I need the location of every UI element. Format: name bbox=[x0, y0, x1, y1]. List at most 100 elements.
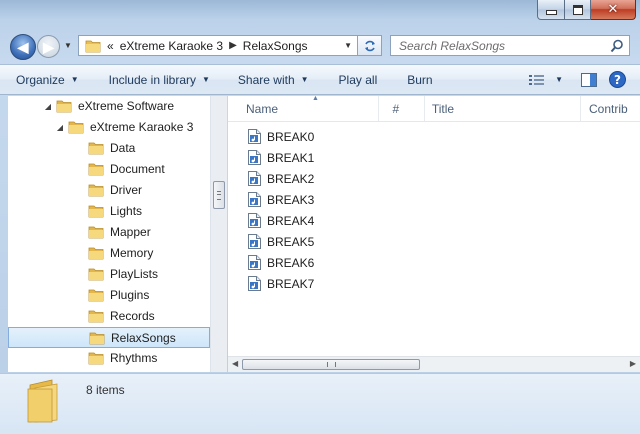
minimize-button[interactable] bbox=[537, 0, 565, 20]
close-icon: ✕ bbox=[607, 2, 619, 17]
nav-item-records[interactable]: Records bbox=[8, 306, 210, 327]
folder-icon bbox=[88, 246, 104, 263]
details-pane: 8 items bbox=[0, 373, 640, 434]
back-button[interactable]: ◀ bbox=[10, 34, 36, 60]
maximize-button[interactable] bbox=[565, 0, 591, 20]
window-caption-buttons: ✕ bbox=[537, 0, 636, 20]
navigation-pane: ◢ eXtreme Software ◢ eXtreme Karaoke 3 Data D… bbox=[8, 96, 210, 372]
burn-button[interactable]: Burn bbox=[387, 65, 442, 94]
nav-item-label: Data bbox=[110, 141, 136, 155]
search-input[interactable] bbox=[397, 37, 601, 54]
nav-item-document[interactable]: Document bbox=[8, 159, 210, 180]
nav-item-driver[interactable]: Driver bbox=[8, 180, 210, 201]
file-item[interactable]: BREAK5 bbox=[248, 231, 314, 252]
refresh-icon bbox=[364, 40, 375, 51]
folder-icon bbox=[68, 120, 84, 137]
scrollbar-thumb[interactable] bbox=[213, 181, 225, 209]
svg-text:?: ? bbox=[614, 73, 621, 87]
file-name: BREAK0 bbox=[267, 129, 315, 144]
expand-collapse-icon[interactable]: ◢ bbox=[56, 123, 64, 132]
column-name-label: Name bbox=[246, 101, 279, 116]
back-arrow-icon: ◀ bbox=[17, 39, 29, 55]
breadcrumb: « eXtreme Karaoke 3 ▶ RelaxSongs bbox=[107, 39, 308, 53]
file-item[interactable]: BREAK0 bbox=[248, 126, 314, 147]
share-with-menu[interactable]: Share with ▼ bbox=[220, 65, 319, 94]
organize-label: Organize bbox=[16, 72, 65, 87]
close-button[interactable]: ✕ bbox=[591, 0, 636, 20]
horizontal-scrollbar[interactable]: ◀ ▶ bbox=[228, 356, 640, 372]
nav-item-label: Lights bbox=[110, 204, 143, 218]
breadcrumb-separator-icon[interactable]: ▶ bbox=[229, 40, 237, 51]
organize-menu[interactable]: Organize ▼ bbox=[0, 65, 89, 94]
nav-item-lights[interactable]: Lights bbox=[8, 201, 210, 222]
folder-icon bbox=[88, 288, 104, 305]
column-headers: ▲ Name # Title Contrib bbox=[228, 96, 640, 122]
file-item[interactable]: BREAK4 bbox=[248, 210, 314, 231]
file-name: BREAK4 bbox=[267, 213, 315, 228]
navigation-scrollbar[interactable] bbox=[210, 96, 227, 372]
column-number-label: # bbox=[392, 101, 400, 116]
view-dropdown[interactable]: ▼ bbox=[549, 65, 577, 94]
search-box[interactable] bbox=[390, 35, 630, 56]
folder-icon bbox=[88, 225, 104, 242]
audio-file-icon bbox=[248, 129, 261, 144]
file-item[interactable]: BREAK2 bbox=[248, 168, 314, 189]
change-view-button[interactable] bbox=[529, 65, 549, 94]
nav-item-label: Records bbox=[110, 309, 155, 323]
audio-file-icon bbox=[248, 150, 261, 165]
refresh-button[interactable] bbox=[358, 35, 382, 56]
nav-item-playlists[interactable]: PlayLists bbox=[8, 264, 210, 285]
column-header-contributing[interactable]: Contrib bbox=[581, 96, 640, 121]
file-item[interactable]: BREAK7 bbox=[248, 273, 314, 294]
file-item[interactable]: BREAK1 bbox=[248, 147, 314, 168]
forward-button[interactable]: ▶ bbox=[37, 35, 60, 58]
nav-item-extreme-software[interactable]: ◢ eXtreme Software bbox=[8, 96, 210, 117]
audio-file-icon bbox=[248, 234, 261, 249]
address-bar[interactable]: « eXtreme Karaoke 3 ▶ RelaxSongs ▼ bbox=[78, 35, 358, 56]
folder-icon bbox=[88, 183, 104, 200]
breadcrumb-item-relaxsongs[interactable]: RelaxSongs bbox=[243, 39, 308, 53]
breadcrumb-item-extreme-karaoke[interactable]: eXtreme Karaoke 3 bbox=[120, 39, 223, 53]
nav-item-relaxsongs[interactable]: RelaxSongs bbox=[8, 327, 210, 348]
chevron-down-icon: ▼ bbox=[555, 75, 563, 84]
nav-item-memory[interactable]: Memory bbox=[8, 243, 210, 264]
audio-file-icon bbox=[248, 255, 261, 270]
search-icon[interactable] bbox=[610, 39, 624, 53]
file-name: BREAK3 bbox=[267, 192, 315, 207]
address-dropdown-icon[interactable]: ▼ bbox=[344, 41, 352, 50]
scroll-left-icon[interactable]: ◀ bbox=[232, 359, 238, 368]
folder-icon bbox=[89, 331, 105, 348]
explorer-window: ✕ ◀ ▶ ▼ « eXtreme Karaoke 3 ▶ RelaxSongs… bbox=[0, 0, 640, 434]
audio-file-icon bbox=[248, 171, 261, 186]
preview-pane-button[interactable] bbox=[577, 65, 609, 94]
maximize-icon bbox=[572, 4, 583, 15]
column-header-title[interactable]: Title bbox=[425, 96, 581, 121]
file-item[interactable]: BREAK3 bbox=[248, 189, 314, 210]
include-in-library-menu[interactable]: Include in library ▼ bbox=[89, 65, 220, 94]
expand-collapse-icon[interactable]: ◢ bbox=[44, 102, 52, 111]
forward-arrow-icon: ▶ bbox=[43, 38, 54, 55]
breadcrumb-overflow[interactable]: « bbox=[107, 39, 114, 53]
nav-item-label: Mapper bbox=[110, 225, 151, 239]
scroll-right-icon[interactable]: ▶ bbox=[630, 359, 636, 368]
nav-item-label: PlayLists bbox=[110, 267, 159, 281]
nav-item-rhythms[interactable]: Rhythms bbox=[8, 348, 210, 369]
file-name: BREAK6 bbox=[267, 255, 315, 270]
nav-item-extreme-karaoke-3[interactable]: ◢ eXtreme Karaoke 3 bbox=[8, 117, 210, 138]
nav-item-mapper[interactable]: Mapper bbox=[8, 222, 210, 243]
recent-pages-dropdown[interactable]: ▼ bbox=[64, 41, 72, 50]
audio-file-icon bbox=[248, 213, 261, 228]
file-item[interactable]: BREAK6 bbox=[248, 252, 314, 273]
help-button[interactable]: ? bbox=[609, 65, 640, 94]
chevron-down-icon: ▼ bbox=[202, 75, 210, 84]
chevron-down-icon: ▼ bbox=[300, 75, 309, 84]
nav-item-data[interactable]: Data bbox=[8, 138, 210, 159]
horizontal-scrollbar-thumb[interactable] bbox=[242, 359, 420, 370]
play-all-button[interactable]: Play all bbox=[319, 65, 388, 94]
item-count: 8 items bbox=[86, 383, 125, 397]
folder-icon bbox=[27, 379, 58, 423]
column-header-number[interactable]: # bbox=[379, 96, 425, 121]
column-header-name[interactable]: ▲ Name bbox=[228, 96, 380, 121]
nav-item-plugins[interactable]: Plugins bbox=[8, 285, 210, 306]
nav-item-label: Driver bbox=[110, 183, 142, 197]
